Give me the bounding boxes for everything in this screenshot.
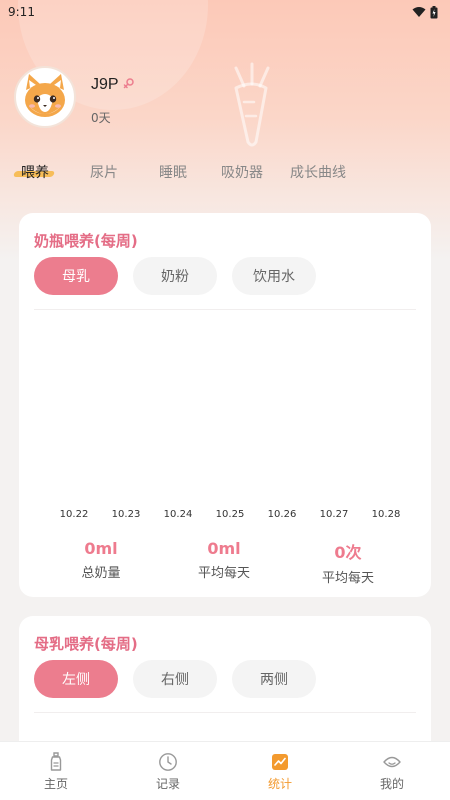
divider <box>34 309 416 310</box>
x-tick-label: 10.26 <box>267 509 297 520</box>
formula-button[interactable]: 奶粉 <box>133 257 217 295</box>
x-tick-label: 10.28 <box>371 509 401 520</box>
baby-age: 0天 <box>91 111 111 125</box>
profile-header: J9P 0天 <box>14 66 434 136</box>
nav-records[interactable]: 记录 <box>112 742 224 800</box>
bottom-navigation: 主页 记录 统计 我的 <box>0 741 450 800</box>
tab-growth-curve[interactable]: 成长曲线 <box>290 162 346 182</box>
nav-label: 统计 <box>267 777 292 791</box>
stat-daily-average-volume: 0ml 平均每天 <box>164 539 284 581</box>
stats-tabs: 喂养 尿片 睡眠 吸奶器 成长曲线 <box>0 158 450 190</box>
nav-home[interactable]: 主页 <box>0 742 112 800</box>
stat-value: 0ml <box>84 539 118 558</box>
right-side-button[interactable]: 右侧 <box>133 660 217 698</box>
tab-feeding[interactable]: 喂养 <box>21 162 49 182</box>
tab-diaper[interactable]: 尿片 <box>90 162 118 182</box>
cat-avatar-icon <box>25 74 65 117</box>
tab-sleep[interactable]: 睡眠 <box>159 162 187 182</box>
stat-value: 0ml <box>207 539 241 558</box>
nav-label: 主页 <box>43 777 68 791</box>
stat-label: 平均每天 <box>321 571 374 586</box>
breast-milk-button[interactable]: 母乳 <box>34 257 118 295</box>
both-sides-button[interactable]: 两侧 <box>232 660 316 698</box>
status-bar: 9:11 <box>0 0 450 24</box>
x-tick-label: 10.22 <box>59 509 89 520</box>
breast-feeding-title: 母乳喂养(每周) <box>34 635 138 653</box>
nav-statistics[interactable]: 统计 <box>224 742 336 800</box>
avatar[interactable] <box>14 66 76 128</box>
bottle-feeding-card: 奶瓶喂养(每周) 母乳 奶粉 饮用水 10.22 10.23 10.24 10.… <box>19 213 431 597</box>
clock-icon <box>159 753 177 771</box>
chart-icon <box>272 754 288 770</box>
stat-value: 0次 <box>334 543 362 562</box>
breast-feeding-card: 母乳喂养(每周) 左侧 右侧 两侧 <box>19 616 431 756</box>
battery-icon <box>430 5 438 18</box>
stat-label: 平均每天 <box>197 566 250 581</box>
nav-profile[interactable]: 我的 <box>336 742 448 800</box>
female-gender-icon <box>123 78 134 89</box>
x-tick-label: 10.25 <box>215 509 245 520</box>
stat-label: 总奶量 <box>81 566 121 581</box>
nav-label: 记录 <box>155 777 180 791</box>
bottle-feeding-title: 奶瓶喂养(每周) <box>34 232 138 250</box>
tab-breast-pump[interactable]: 吸奶器 <box>221 162 263 182</box>
bottle-icon <box>50 752 62 771</box>
x-tick-label: 10.24 <box>163 509 193 520</box>
nav-label: 我的 <box>379 777 404 791</box>
wifi-icon <box>412 7 426 17</box>
stat-total-volume: 0ml 总奶量 <box>41 539 161 581</box>
water-button[interactable]: 饮用水 <box>232 257 316 295</box>
x-tick-label: 10.27 <box>319 509 349 520</box>
stat-daily-average-count: 0次 平均每天 <box>288 539 408 586</box>
left-side-button[interactable]: 左侧 <box>34 660 118 698</box>
status-time: 9:11 <box>8 5 35 19</box>
face-icon <box>383 756 401 768</box>
divider <box>34 712 416 713</box>
x-tick-label: 10.23 <box>111 509 141 520</box>
username: J9P <box>91 76 119 93</box>
